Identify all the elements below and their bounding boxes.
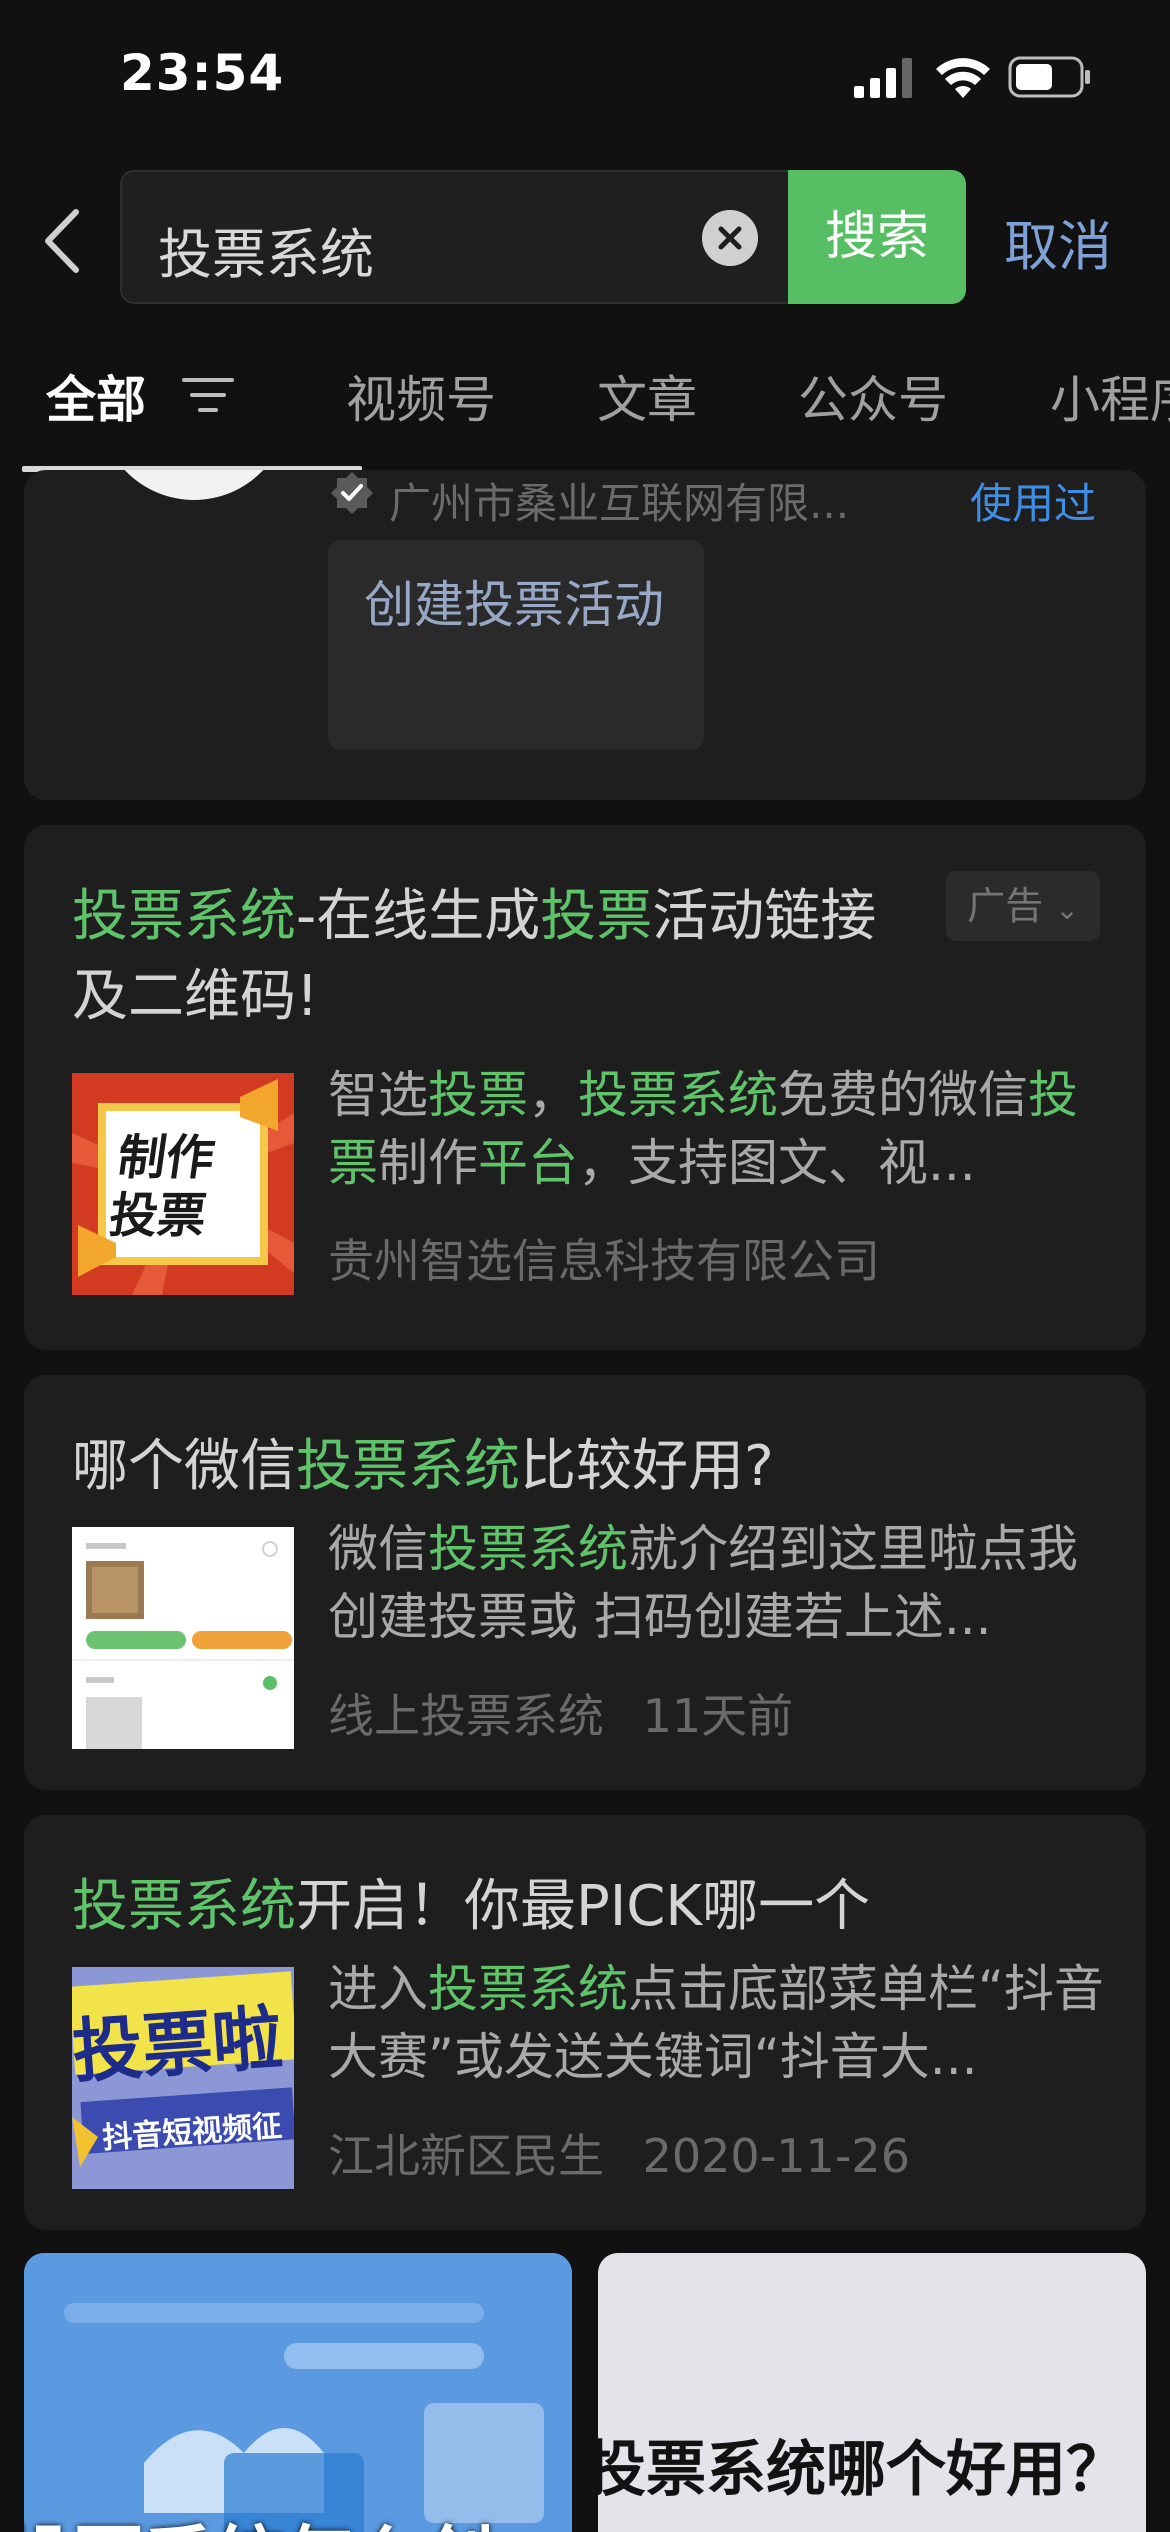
title-part: 比较好用? — [520, 1434, 774, 1499]
result-thumbnail[interactable]: 投票啦 抖音短视频征 — [72, 1967, 294, 2189]
desc-part: 微信 — [328, 1520, 428, 1578]
article-result-card[interactable]: 哪个微信投票系统比较好用? 微信投票系统就介绍到这里啦点我创建投票或 扫码创建若… — [24, 1375, 1146, 1790]
category-tabs: 全部 视频号 文章 公众号 小程序 — [0, 320, 1170, 472]
result-source: 线上投票系统 — [328, 1689, 604, 1743]
tab-channels[interactable]: 视频号 — [346, 360, 496, 432]
result-thumbnail[interactable] — [72, 1527, 294, 1749]
tab-official-accounts[interactable]: 公众号 — [798, 360, 948, 432]
title-part: 开启！你最PICK哪一个 — [296, 1874, 871, 1939]
title-part: -在线生成 — [296, 884, 541, 949]
ad-badge[interactable]: 广告 ⌄ — [946, 871, 1100, 941]
result-source: 贵州智选信息科技有限公司 — [328, 1234, 880, 1288]
screenshot-graphic — [72, 1527, 294, 1749]
desc-part: 投票系统 — [428, 1960, 628, 2018]
desc-part: 平台 — [478, 1134, 578, 1192]
mini-program-avatar — [99, 470, 289, 500]
create-vote-button[interactable]: 创建投票活动 — [328, 540, 704, 750]
video-tile[interactable]: 投票系统怎么创 — [24, 2253, 572, 2532]
cellular-signal-icon — [854, 58, 912, 98]
video-caption: 投票系统哪个好用？ — [598, 2435, 1126, 2505]
tab-mini-programs[interactable]: 小程序 — [1050, 360, 1170, 432]
chevron-down-icon: ⌄ — [1055, 893, 1079, 926]
video-caption: 投票系统怎么创 — [24, 2503, 494, 2532]
desc-part: ，支持图文、视... — [578, 1134, 976, 1192]
mini-program-card[interactable]: 广州市桑业互联网有限... 使用过 创建投票活动 — [24, 470, 1146, 800]
thumb-caption: 投票啦 — [72, 1996, 285, 2094]
search-button[interactable]: 搜索 — [788, 170, 966, 304]
article-result-card[interactable]: 投票系统开启！你最PICK哪一个 投票啦 抖音短视频征 进入投票系统点击底部菜单… — [24, 1815, 1146, 2230]
search-bar: 投票系统 搜索 取消 — [0, 160, 1170, 310]
result-title[interactable]: 投票系统开启！你最PICK哪一个 — [72, 1867, 932, 1947]
cancel-button[interactable]: 取消 — [1004, 202, 1112, 281]
ad-result-card[interactable]: 投票系统-在线生成投票活动链接及二维码! 广告 ⌄ 制作 投票 智选投票，投票系… — [24, 825, 1146, 1350]
desc-part: 进入 — [328, 1960, 428, 2018]
desc-part: 投票系统 — [578, 1066, 778, 1124]
title-part: 投票系统 — [72, 1874, 296, 1939]
result-thumbnail[interactable]: 制作 投票 — [72, 1073, 294, 1295]
back-arrow-icon[interactable] — [40, 204, 90, 278]
result-title[interactable]: 哪个微信投票系统比较好用? — [72, 1427, 932, 1507]
clear-icon[interactable] — [702, 210, 758, 266]
video-tile[interactable]: 投票系统哪个好用？ — [598, 2253, 1146, 2532]
video-cover-graphic — [24, 2253, 572, 2532]
result-meta: 江北新区民生 2020-11-26 — [328, 2120, 910, 2186]
result-meta: 线上投票系统 11天前 — [328, 1680, 793, 1746]
result-source: 江北新区民生 — [328, 2129, 604, 2183]
result-time: 11天前 — [642, 1689, 794, 1743]
desc-part: 制作 — [378, 1134, 478, 1192]
result-description: 进入投票系统点击底部菜单栏“抖音大赛”或发送关键词“抖音大... — [328, 1955, 1108, 2091]
title-part: 投票系统 — [296, 1434, 520, 1499]
desc-part: 免费的微信 — [778, 1066, 1028, 1124]
desc-part: 智选 — [328, 1066, 428, 1124]
thumb-caption: 制作 投票 — [106, 1129, 218, 1245]
result-title[interactable]: 投票系统-在线生成投票活动链接及二维码! — [72, 877, 932, 1037]
title-part: 投票 — [540, 884, 653, 949]
status-time: 23:54 — [120, 44, 285, 102]
battery-icon — [1008, 56, 1090, 98]
result-description: 智选投票，投票系统免费的微信投票制作平台，支持图文、视... — [328, 1061, 1108, 1197]
title-part: 投票系统 — [72, 884, 296, 949]
desc-part: 投票系统 — [428, 1520, 628, 1578]
search-input[interactable]: 投票系统 — [120, 170, 790, 304]
tab-articles[interactable]: 文章 — [597, 360, 697, 432]
search-query-text[interactable]: 投票系统 — [158, 210, 374, 289]
mini-program-company: 广州市桑业互联网有限... — [389, 479, 850, 528]
used-before-label: 使用过 — [970, 479, 1097, 528]
title-part: 哪个微信 — [72, 1434, 296, 1499]
status-bar: 23:54 — [0, 0, 1170, 150]
result-time: 2020-11-26 — [642, 2129, 910, 2183]
ad-label: 广告 — [967, 884, 1044, 928]
thumb-caption-line: 制作 — [114, 1130, 219, 1186]
verified-icon — [331, 472, 373, 514]
filter-icon[interactable] — [182, 374, 234, 416]
desc-part: ， — [528, 1066, 578, 1124]
wifi-icon — [936, 58, 990, 98]
thumb-caption-line: 投票 — [105, 1188, 210, 1244]
desc-part: 投票 — [428, 1066, 528, 1124]
result-description: 微信投票系统就介绍到这里啦点我创建投票或 扫码创建若上述... — [328, 1515, 1108, 1651]
search-results-page: 23:54 投票系统 搜索 取消 全部 视频号 文章 公众号 小程 广州市桑业互… — [0, 0, 1170, 2532]
tab-all[interactable]: 全部 — [46, 360, 146, 432]
